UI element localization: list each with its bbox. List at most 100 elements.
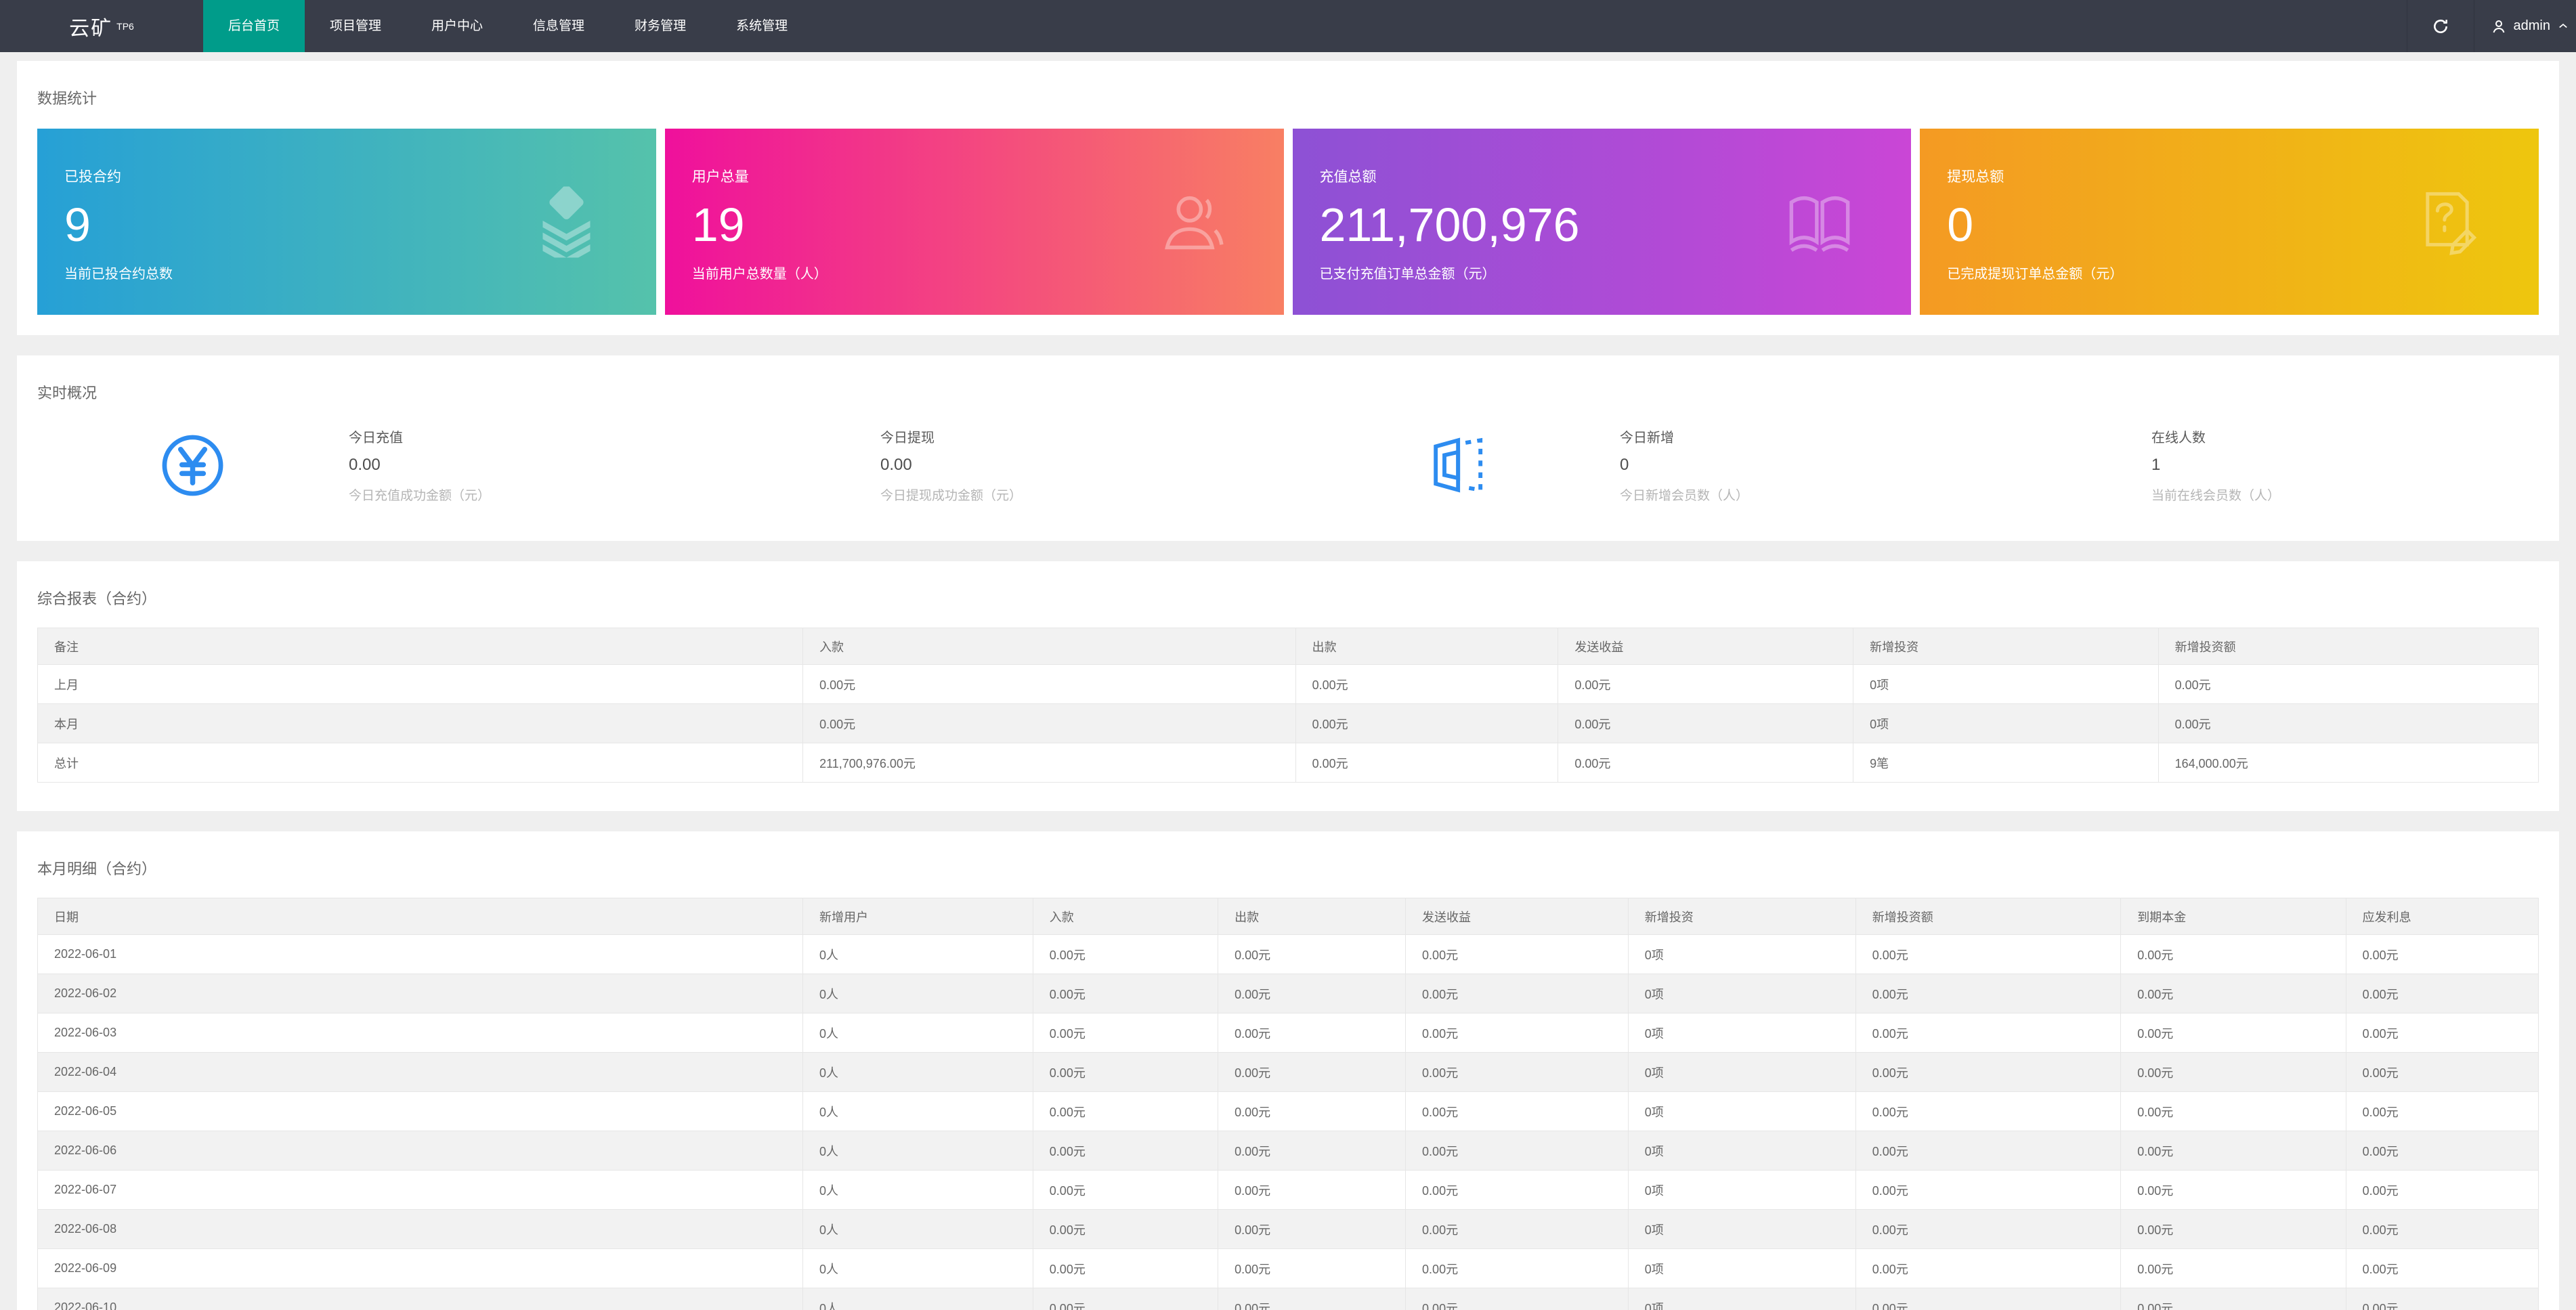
column-header: 应发利息 [2345,898,2539,935]
table-cell: 0.00元 [1032,974,1219,1013]
table-cell: 0.00元 [1558,664,1854,704]
menu-item-finance[interactable]: 财务管理 [609,0,711,52]
detail-table: 日期 新增用户 入款 出款 发送收益 新增投资 新增投资额 到期本金 应发利息 2022-06-… [37,898,2539,1310]
stat-title: 今日充值 [349,431,403,445]
table-cell: 0项 [1853,664,2159,704]
table-cell: 0.00元 [1218,1091,1407,1131]
table-cell: 0.00元 [1032,1170,1219,1210]
stat-value: 0.00 [349,456,381,474]
table-cell: 0.00元 [2120,1013,2346,1053]
table-cell: 0.00元 [1558,743,1854,783]
report-table-wrap: 备注 入款 出款 发送收益 新增投资 新增投资额 上月 0.00元 0.00元 0.00元 0项 0… [17,609,2559,811]
table-cell: 0.00元 [1855,1170,2122,1210]
table-cell: 2022-06-06 [37,1131,804,1171]
table-cell: 0.00元 [1218,1131,1407,1171]
table-cell: 0.00元 [1295,743,1559,783]
table-cell: 0.00元 [1032,1248,1219,1288]
main-menu: 后台首页 项目管理 用户中心 信息管理 财务管理 系统管理 [203,0,813,52]
stat-value: 0.00 [880,456,912,474]
table-cell: 0项 [1627,1131,1856,1171]
table-cell: 0.00元 [2345,974,2539,1013]
column-header: 日期 [37,898,804,935]
table-row: 2022-06-03 0人 0.00元 0.00元 0.00元 0项 0.00元 0.00元 0… [37,1013,2539,1053]
user-menu[interactable]: admin [2473,0,2576,52]
card-title: 提现总额 [1947,169,2004,185]
table-cell: 0人 [802,934,1033,974]
table-cell: 0.00元 [1032,1013,1219,1053]
column-header: 备注 [37,628,804,665]
detail-panel: 本月明细（合约） 日期 新增用户 入款 出款 发送收益 新增投资 新增投资额 到期本金 应发利息… [17,831,2559,1310]
open-door-icon [1432,435,1496,495]
table-row: 2022-06-08 0人 0.00元 0.00元 0.00元 0项 0.00元 0.00元 0… [37,1209,2539,1249]
menu-item-home[interactable]: 后台首页 [203,0,305,52]
menu-item-info[interactable]: 信息管理 [508,0,609,52]
column-header: 新增投资额 [1855,898,2122,935]
table-cell: 0.00元 [1405,1013,1629,1053]
table-cell: 本月 [37,703,804,743]
table-cell: 2022-06-08 [37,1209,804,1249]
table-row: 本月 0.00元 0.00元 0.00元 0项 0.00元 [37,703,2539,743]
refresh-button[interactable] [2406,0,2474,52]
column-header: 入款 [802,628,1296,665]
table-cell: 0.00元 [1855,974,2122,1013]
table-row: 总计 211,700,976.00元 0.00元 0.00元 9笔 164,000.00元 [37,743,2539,783]
app-logo-text: 云矿 [69,17,113,40]
table-cell: 0.00元 [1855,934,2122,974]
card-caption: 当前已投合约总数 [64,267,173,282]
column-header: 发送收益 [1405,898,1629,935]
table-cell: 2022-06-10 [37,1288,804,1310]
table-cell: 0.00元 [1405,1209,1629,1249]
column-header: 入款 [1032,898,1219,935]
top-navbar: 云矿 TP6 后台首页 项目管理 用户中心 信息管理 财务管理 系统管理 adm… [0,0,2576,52]
table-cell: 0.00元 [2158,703,2539,743]
table-cell: 0人 [802,1052,1033,1092]
table-cell: 2022-06-05 [37,1091,804,1131]
table-cell: 0.00元 [2120,1091,2346,1131]
realtime-row: 今日充值 0.00 今日充值成功金额（元） 今日提现 0.00 今日提现成功金额… [17,403,2559,541]
menu-item-projects[interactable]: 项目管理 [305,0,406,52]
table-row: 2022-06-02 0人 0.00元 0.00元 0.00元 0项 0.00元 0.00元 0… [37,974,2539,1013]
stat-title: 今日新增 [1620,431,1674,445]
table-cell: 0.00元 [2120,1288,2346,1310]
report-table-body: 上月 0.00元 0.00元 0.00元 0项 0.00元 本月 0.00元 0.00元 0.00… [37,664,2539,783]
table-cell: 2022-06-02 [37,974,804,1013]
card-caption: 已支付充值订单总金额（元） [1319,267,1496,282]
table-cell: 0.00元 [1855,1209,2122,1249]
table-cell: 0.00元 [1855,1131,2122,1171]
column-header: 发送收益 [1558,628,1854,665]
table-cell: 0.00元 [2120,1248,2346,1288]
table-cell: 0.00元 [1855,1248,2122,1288]
table-cell: 0.00元 [2345,1052,2539,1092]
menu-item-system[interactable]: 系统管理 [711,0,813,52]
menu-item-users[interactable]: 用户中心 [406,0,508,52]
stat-today-new: 今日新增 0 今日新增会员数（人） [1620,427,2027,504]
table-cell: 0.00元 [2345,934,2539,974]
column-header: 出款 [1295,628,1559,665]
stat-online-count: 在线人数 1 当前在线会员数（人） [2151,427,2559,504]
table-cell: 0.00元 [1032,1209,1219,1249]
table-row: 2022-06-09 0人 0.00元 0.00元 0.00元 0项 0.00元 0.00元 0… [37,1248,2539,1288]
document-question-icon [2413,188,2481,256]
table-cell: 0项 [1853,703,2159,743]
table-cell: 0项 [1627,1209,1856,1249]
table-cell: 0项 [1627,1248,1856,1288]
table-cell: 0.00元 [2345,1209,2539,1249]
table-cell: 0项 [1627,1013,1856,1053]
column-header: 新增用户 [802,898,1033,935]
table-cell: 0.00元 [2120,974,2346,1013]
card-total-withdraw: 提现总额 0 已完成提现订单总金额（元） [1920,129,2539,315]
column-header: 到期本金 [2120,898,2346,935]
column-header: 新增投资 [1627,898,1856,935]
yen-circle-icon [160,433,225,498]
stat-today-withdraw: 今日提现 0.00 今日提现成功金额（元） [880,427,1288,504]
stat-value: 1 [2151,456,2161,474]
table-cell: 0项 [1627,1170,1856,1210]
table-cell: 0.00元 [2120,1209,2346,1249]
app-logo-version: TP6 [116,20,134,32]
table-cell: 0.00元 [2120,934,2346,974]
table-cell: 0人 [802,1170,1033,1210]
table-cell: 0项 [1627,1091,1856,1131]
column-header: 新增投资 [1853,628,2159,665]
detail-table-body: 2022-06-01 0人 0.00元 0.00元 0.00元 0项 0.00元 0.00元 0… [37,934,2539,1310]
report-table: 备注 入款 出款 发送收益 新增投资 新增投资额 上月 0.00元 0.00元 0.00元 0项 0… [37,628,2539,783]
